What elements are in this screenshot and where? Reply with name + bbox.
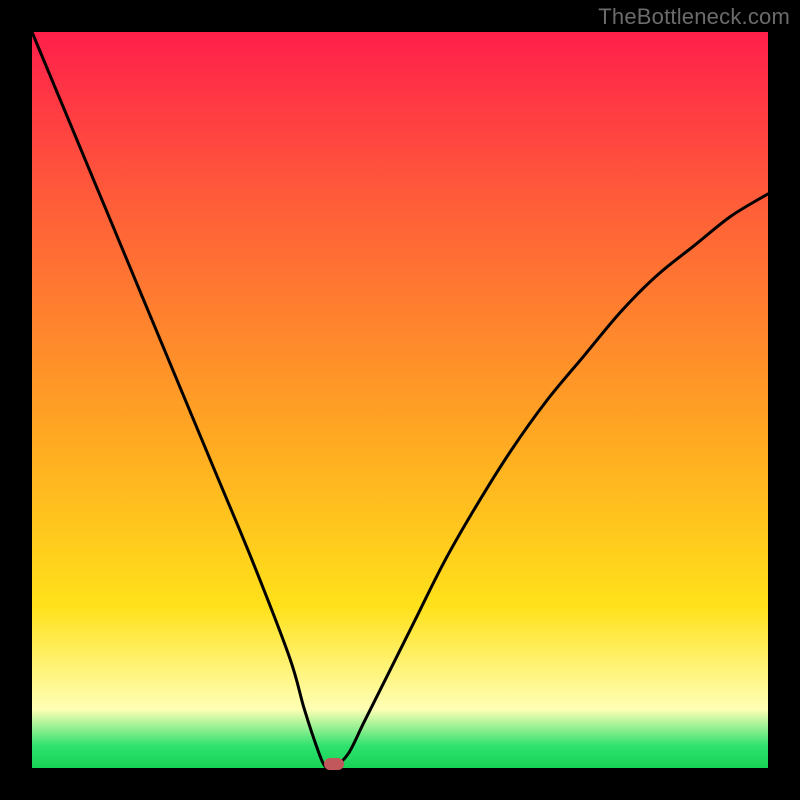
curve-svg bbox=[32, 32, 768, 768]
chart-frame: TheBottleneck.com bbox=[0, 0, 800, 800]
watermark-text: TheBottleneck.com bbox=[598, 4, 790, 30]
plot-area bbox=[32, 32, 768, 768]
optimum-marker bbox=[324, 758, 344, 770]
bottleneck-curve bbox=[32, 32, 768, 770]
